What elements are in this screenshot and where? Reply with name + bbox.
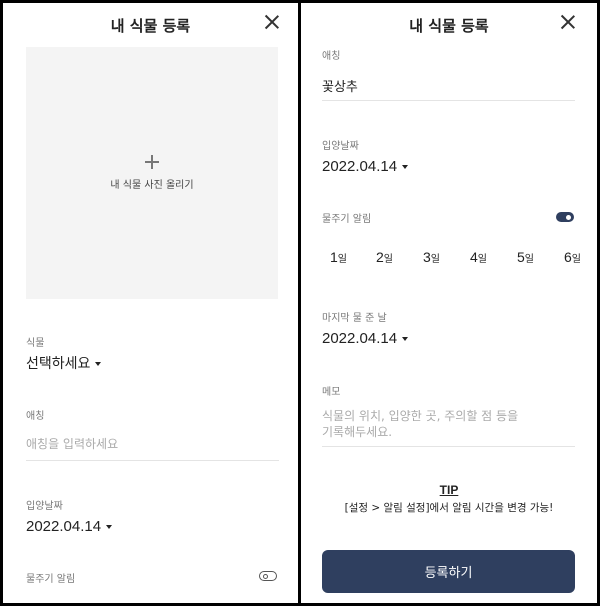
divider — [322, 100, 575, 101]
day-number: 5 — [517, 249, 525, 265]
caret-down-icon — [106, 525, 113, 530]
photo-upload-button[interactable]: 내 식물 사진 올리기 — [26, 47, 278, 299]
memo-input[interactable]: 식물의 위치, 입양한 곳, 주의할 점 등을 기록해두세요. — [322, 408, 572, 440]
interval-day-1[interactable]: 1일 — [330, 249, 347, 265]
watering-alarm-toggle[interactable] — [259, 571, 277, 581]
day-unit: 일 — [430, 254, 440, 265]
divider — [322, 446, 575, 447]
day-unit: 일 — [524, 254, 534, 265]
page-title: 내 식물 등록 — [409, 17, 489, 35]
day-unit: 일 — [383, 254, 393, 265]
memo-placeholder-line2: 기록해두세요. — [322, 425, 393, 439]
memo-label: 메모 — [322, 387, 341, 398]
plant-select-value: 선택하세요 — [26, 356, 91, 372]
adoption-date-value: 2022.04.14 — [322, 158, 398, 175]
day-number: 4 — [470, 249, 478, 265]
day-unit: 일 — [571, 254, 581, 265]
plus-icon — [145, 155, 159, 169]
caret-down-icon — [402, 165, 409, 170]
last-watered-label: 마지막 물 준 날 — [322, 313, 387, 324]
interval-day-3[interactable]: 3일 — [423, 249, 440, 265]
plant-label: 식물 — [26, 338, 45, 349]
register-plant-screen-scrolled: 내 식물 등록 애칭 꽃상추 입양날짜 2022.04.14 물주기 알림 1일… — [301, 3, 597, 603]
adoption-date-value: 2022.04.14 — [26, 518, 102, 535]
photo-upload-label: 내 식물 사진 올리기 — [110, 180, 194, 191]
memo-placeholder-line1: 식물의 위치, 입양한 곳, 주의할 점 등을 — [322, 409, 519, 423]
watering-alarm-label: 물주기 알림 — [322, 214, 372, 225]
watering-alarm-label: 물주기 알림 — [26, 574, 76, 585]
day-number: 6 — [564, 249, 572, 265]
day-number: 1 — [330, 249, 338, 265]
adoption-date-label: 입양날짜 — [322, 141, 359, 152]
register-plant-screen-top: 내 식물 등록 내 식물 사진 올리기 식물 선택하세요 애칭 애칭을 입력하세… — [3, 3, 298, 603]
register-button[interactable]: 등록하기 — [322, 550, 575, 593]
day-number: 3 — [423, 249, 431, 265]
adoption-date-label: 입양날짜 — [26, 501, 63, 512]
close-icon[interactable] — [560, 14, 576, 30]
page-title: 내 식물 등록 — [110, 17, 191, 35]
day-number: 2 — [376, 249, 384, 265]
close-icon[interactable] — [264, 14, 280, 30]
adoption-date-select[interactable]: 2022.04.14 — [322, 158, 409, 175]
divider — [26, 460, 279, 461]
interval-day-6[interactable]: 6일 — [564, 249, 581, 265]
plant-select[interactable]: 선택하세요 — [26, 353, 102, 373]
toggle-knob — [566, 214, 571, 220]
caret-down-icon — [402, 337, 409, 342]
interval-day-5[interactable]: 5일 — [517, 249, 534, 265]
tip-text: [설정 > 알림 설정]에서 알림 시간을 변경 가능! — [344, 502, 554, 514]
toggle-knob — [262, 573, 268, 579]
tip-title: TIP — [439, 483, 459, 497]
adoption-date-select[interactable]: 2022.04.14 — [26, 518, 113, 535]
nickname-label: 애칭 — [26, 411, 45, 422]
nickname-input[interactable]: 꽃상추 — [322, 76, 358, 95]
interval-day-4[interactable]: 4일 — [470, 249, 487, 265]
caret-down-icon — [95, 362, 102, 366]
interval-day-2[interactable]: 2일 — [376, 249, 393, 265]
watering-alarm-toggle[interactable] — [556, 212, 574, 222]
day-unit: 일 — [477, 254, 487, 265]
nickname-input[interactable]: 애칭을 입력하세요 — [26, 435, 118, 452]
last-watered-value: 2022.04.14 — [322, 330, 398, 347]
nickname-label: 애칭 — [322, 51, 341, 62]
day-unit: 일 — [337, 254, 347, 265]
last-watered-select[interactable]: 2022.04.14 — [322, 330, 409, 347]
